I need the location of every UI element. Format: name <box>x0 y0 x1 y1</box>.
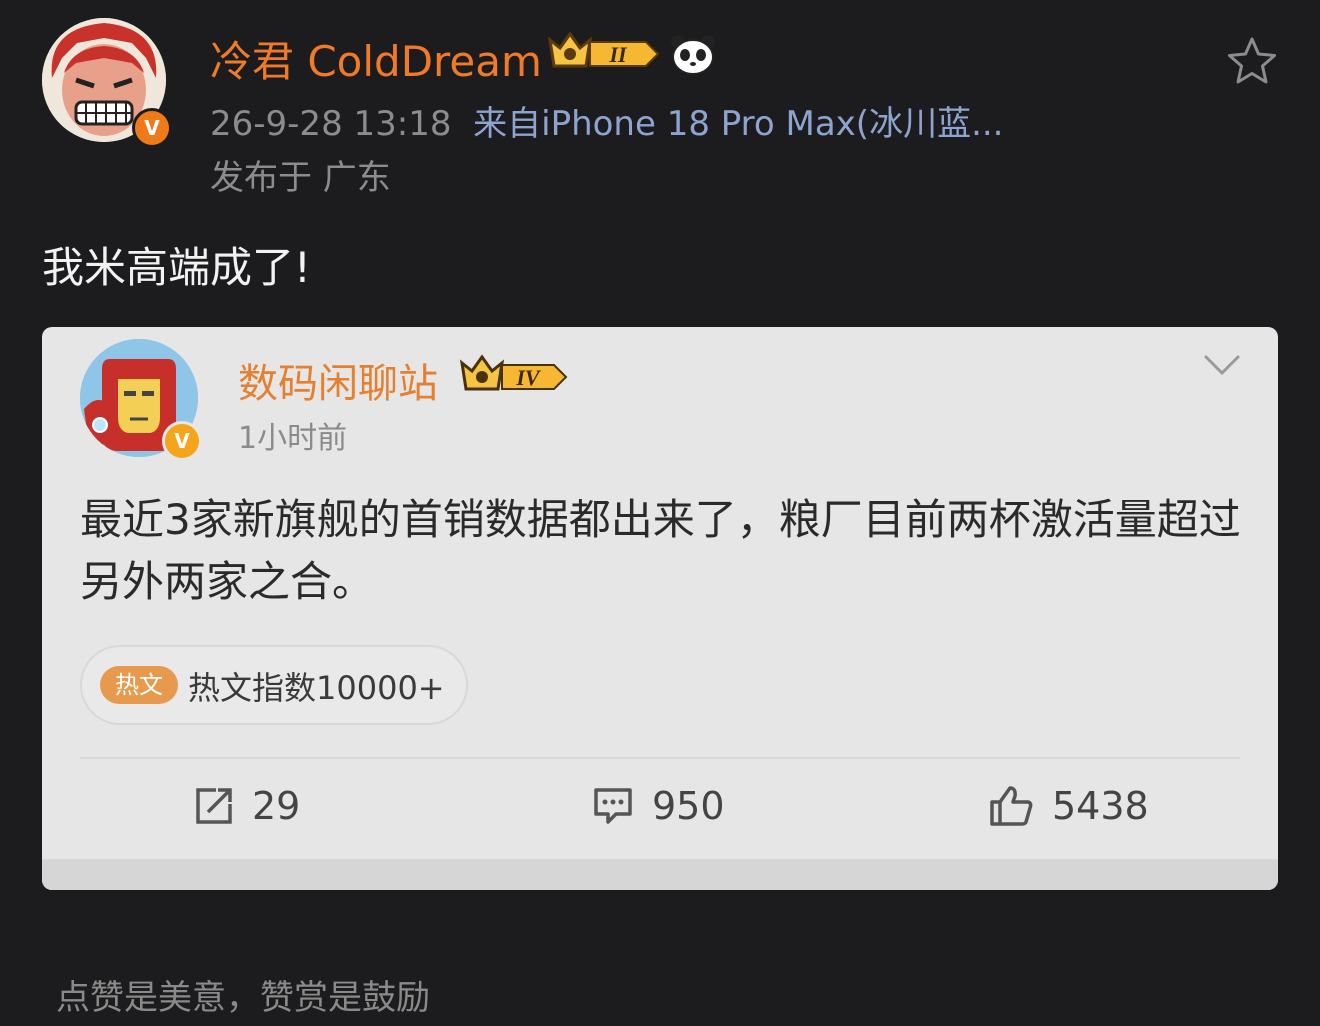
repost-time: 1小时前 <box>238 421 348 456</box>
comment-icon <box>594 788 632 824</box>
hot-index-label: 热文指数10000+ <box>188 669 445 707</box>
comment-button[interactable]: 950 <box>592 781 725 831</box>
repost-icon <box>196 788 232 824</box>
card-bottom-strip <box>42 859 1278 890</box>
like-icon <box>990 786 1033 826</box>
like-count: 5438 <box>1052 784 1149 828</box>
hot-article-chip[interactable]: 热文 热文指数10000+ <box>80 645 468 725</box>
repost-author-name[interactable]: 数码闲聊站 <box>238 351 438 409</box>
divider <box>80 757 1240 759</box>
hot-tag: 热文 <box>100 666 178 704</box>
verified-badge: V <box>132 108 172 148</box>
reward-hint: 点赞是美意，赞赏是鼓励 <box>56 978 430 1018</box>
repost-crown-level: IV <box>515 365 542 390</box>
post-source[interactable]: 来自iPhone 18 Pro Max(冰川蓝... <box>473 104 1003 144</box>
author-avatar[interactable]: V <box>42 18 172 148</box>
repost-text: 最近3家新旗舰的首销数据都出来了，粮厂目前两杯激活量超过另外两家之合。 <box>80 495 1241 606</box>
author-name[interactable]: 冷君 ColdDream <box>210 28 542 89</box>
repost-button[interactable]: 29 <box>194 781 300 831</box>
repost-count: 29 <box>252 784 301 828</box>
post-text: 我米高端成了! <box>42 243 311 292</box>
post-meta: 26-9-28 13:18 来自iPhone 18 Pro Max(冰川蓝... <box>210 96 1004 145</box>
repost-card[interactable]: V 数码闲聊站 IV 1小时前 最近3家新旗舰的首销数据都出来了，粮厂目前两杯激… <box>42 327 1278 890</box>
like-button[interactable]: 5438 <box>988 781 1149 831</box>
chevron-down-icon[interactable] <box>1202 353 1242 381</box>
post-location: 发布于 广东 <box>210 158 391 198</box>
crown-badge: II <box>546 30 664 78</box>
repost-author-avatar[interactable]: V <box>80 339 202 461</box>
repost-verified-badge: V <box>162 421 202 461</box>
post-timestamp: 26-9-28 13:18 <box>210 104 452 144</box>
comment-count: 950 <box>652 784 725 828</box>
repost-crown-badge: IV <box>458 353 570 399</box>
panda-icon <box>670 33 716 79</box>
crown-level: II <box>608 42 628 67</box>
star-icon[interactable] <box>1226 36 1278 90</box>
